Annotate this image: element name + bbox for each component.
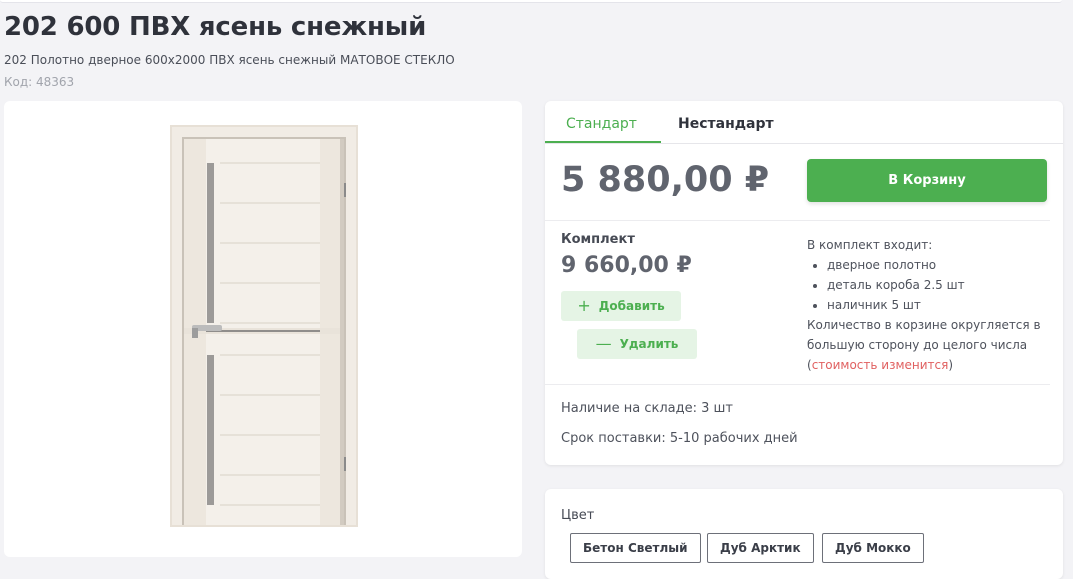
color-card: Цвет Бетон Светлый Дуб Арктик Дуб Мокко <box>545 489 1063 579</box>
kit-item: наличник 5 шт <box>827 295 1047 315</box>
minus-icon: — <box>595 334 612 353</box>
purchase-panel: Стандарт Нестандарт 5 880,00 ₽ В Корзину… <box>545 101 1063 465</box>
kit-includes-title: В комплект входит: <box>807 238 933 252</box>
kit-add-label: Добавить <box>598 299 665 313</box>
kit-add-button[interactable]: + Добавить <box>561 291 681 321</box>
kit-items: дверное полотно деталь короба 2.5 шт нал… <box>807 255 1047 315</box>
door-illustration <box>170 125 358 527</box>
kit-remove-button[interactable]: — Удалить <box>577 329 697 359</box>
kit-label: Комплект <box>561 232 635 247</box>
active-tab-indicator <box>545 141 661 143</box>
kit-remove-label: Удалить <box>619 337 679 351</box>
kit-note: Количество в корзине округляется в больш… <box>807 315 1047 375</box>
stock-status: Наличие на складе: 3 шт <box>561 401 734 416</box>
product-code: Код: 48363 <box>4 75 75 89</box>
divider <box>545 220 1050 221</box>
top-card-edge <box>0 0 1062 3</box>
page-title: 202 600 ПВХ ясень снежный <box>4 12 427 42</box>
color-label: Цвет <box>561 508 595 523</box>
product-subtitle: 202 Полотно дверное 600х2000 ПВХ ясень с… <box>4 53 455 67</box>
delivery-time: Срок поставки: 5-10 рабочих дней <box>561 431 798 446</box>
door-image[interactable] <box>170 125 360 527</box>
plus-icon: + <box>577 296 591 315</box>
price-tabs: Стандарт Нестандарт <box>545 101 1063 144</box>
color-option[interactable]: Дуб Мокко <box>822 533 924 563</box>
tab-standard[interactable]: Стандарт <box>566 116 637 132</box>
kit-item: деталь короба 2.5 шт <box>827 275 1047 295</box>
kit-note-paren-close: ) <box>948 358 954 372</box>
kit-price: 9 660,00 ₽ <box>561 253 692 278</box>
color-option[interactable]: Дуб Арктик <box>707 533 814 563</box>
product-price: 5 880,00 ₽ <box>561 160 770 200</box>
add-to-cart-button[interactable]: В Корзину <box>807 159 1047 202</box>
kit-item: дверное полотно <box>827 255 1047 275</box>
product-image-card[interactable] <box>4 101 522 557</box>
kit-note-warning: стоимость изменится <box>811 358 949 372</box>
tab-nonstandard[interactable]: Нестандарт <box>678 116 774 132</box>
kit-note-text: Количество в корзине округляется в больш… <box>807 318 1041 352</box>
kit-info: В комплект входит: дверное полотно детал… <box>807 235 1047 375</box>
divider <box>545 384 1050 385</box>
color-option[interactable]: Бетон Светлый <box>570 533 701 563</box>
